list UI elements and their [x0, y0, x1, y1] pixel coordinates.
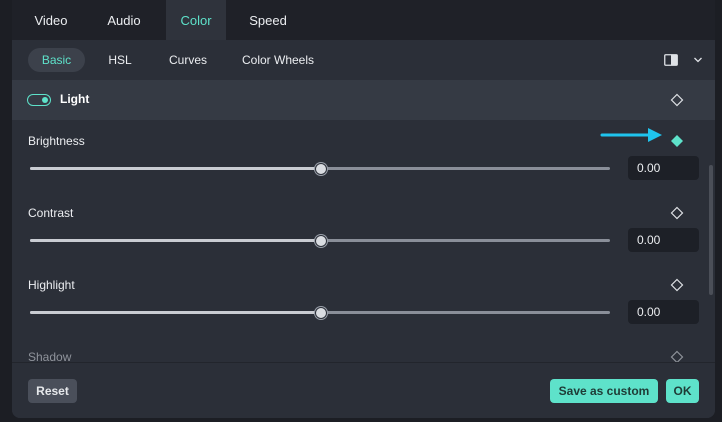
- light-section-header: Light: [12, 80, 715, 120]
- highlight-keyframe-diamond-icon[interactable]: [670, 278, 684, 292]
- section-keyframe-diamond-icon[interactable]: [670, 93, 684, 107]
- reset-button[interactable]: Reset: [28, 379, 77, 403]
- contrast-label: Contrast: [28, 206, 74, 220]
- brightness-keyframe-diamond-icon[interactable]: [670, 134, 684, 148]
- ok-button[interactable]: OK: [666, 379, 699, 403]
- top-tab-bar: Video Audio Color Speed: [12, 0, 715, 40]
- split-view-icon[interactable]: [664, 54, 678, 66]
- save-as-custom-button[interactable]: Save as custom: [550, 379, 658, 403]
- brightness-label: Brightness: [28, 134, 85, 148]
- sub-tab-bar: Basic HSL Curves Color Wheels: [12, 40, 715, 80]
- panel-footer: Reset Save as custom OK: [12, 362, 715, 418]
- highlight-value-input[interactable]: 0.00: [628, 300, 699, 324]
- tab-video[interactable]: Video: [12, 0, 90, 40]
- light-toggle[interactable]: [27, 94, 51, 106]
- brightness-slider-thumb[interactable]: [315, 163, 327, 175]
- color-properties-panel: Video Audio Color Speed Basic HSL Curves…: [12, 0, 715, 418]
- subtab-hsl[interactable]: HSL: [96, 48, 144, 72]
- contrast-slider-thumb[interactable]: [315, 235, 327, 247]
- subtab-color-wheels[interactable]: Color Wheels: [234, 48, 322, 72]
- tab-speed[interactable]: Speed: [234, 0, 302, 40]
- chevron-down-icon[interactable]: [693, 55, 703, 65]
- subtab-basic[interactable]: Basic: [28, 48, 85, 72]
- section-title: Light: [60, 92, 90, 106]
- subtab-curves[interactable]: Curves: [160, 48, 216, 72]
- tab-audio[interactable]: Audio: [90, 0, 158, 40]
- brightness-value-input[interactable]: 0.00: [628, 156, 699, 180]
- highlight-label: Highlight: [28, 278, 75, 292]
- contrast-keyframe-diamond-icon[interactable]: [670, 206, 684, 220]
- annotation-arrow-icon: [600, 128, 662, 142]
- contrast-value-input[interactable]: 0.00: [628, 228, 699, 252]
- panel-scrollbar[interactable]: [709, 165, 713, 295]
- highlight-slider-thumb[interactable]: [315, 307, 327, 319]
- tab-color[interactable]: Color: [166, 0, 226, 40]
